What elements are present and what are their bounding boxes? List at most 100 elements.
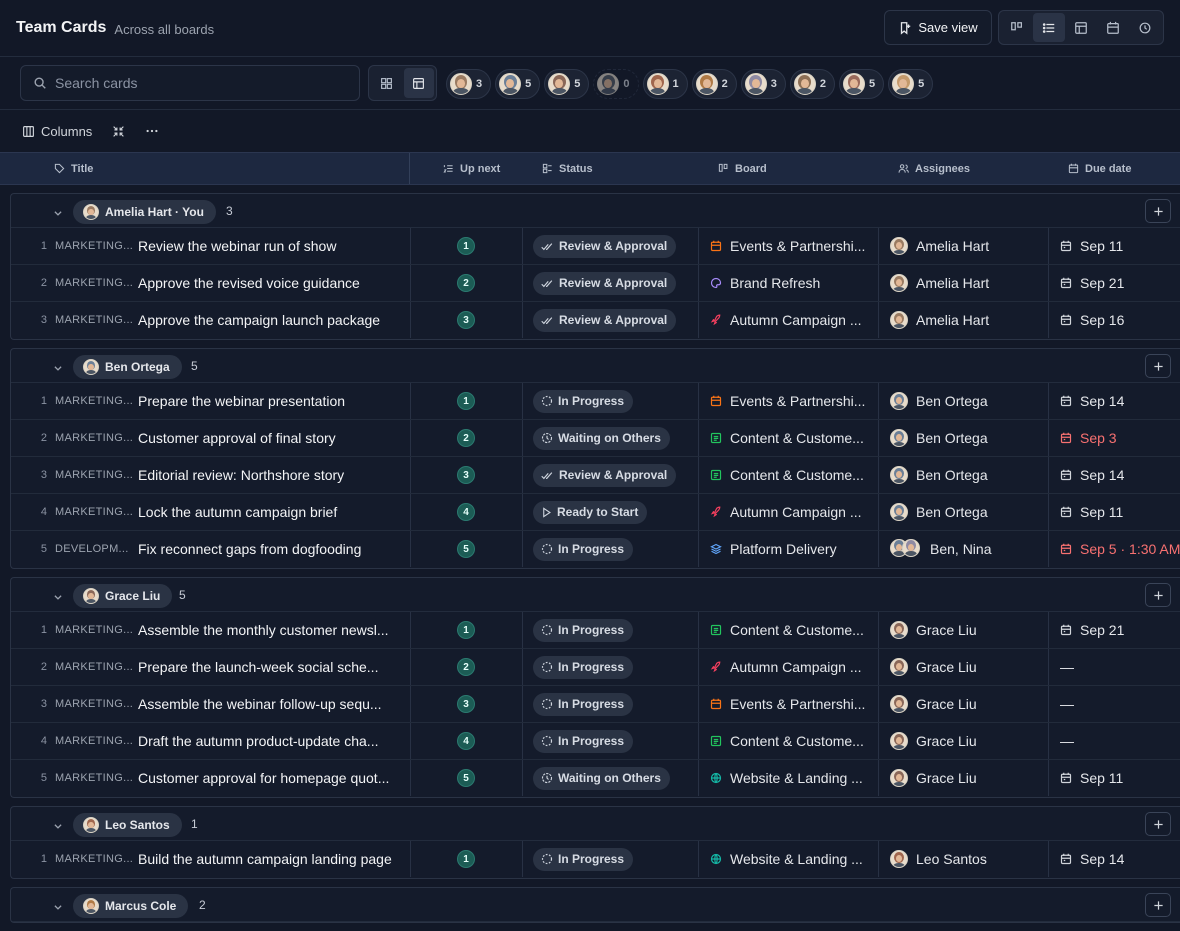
collapse-all-button[interactable] <box>112 125 125 138</box>
add-card-button[interactable] <box>1145 199 1171 223</box>
board-cell[interactable]: Website & Landing ... <box>710 760 878 796</box>
assignee-filter-chip[interactable]: 2 <box>789 69 835 99</box>
assignee-cell[interactable]: Grace Liu <box>890 723 977 759</box>
chevron-down-icon[interactable] <box>53 360 63 376</box>
card-title[interactable]: Approve the campaign launch package <box>138 302 406 338</box>
due-date-cell[interactable]: Sep 21 <box>1060 612 1124 648</box>
status-pill[interactable]: Review & Approval <box>533 463 677 487</box>
assignee-cell[interactable]: Amelia Hart <box>890 302 989 338</box>
table-row[interactable]: 3 MARKETING... Assemble the webinar foll… <box>11 686 1180 723</box>
assignee-cell[interactable]: Amelia Hart <box>890 265 989 301</box>
assignee-cell[interactable]: Ben, Nina <box>890 531 991 567</box>
due-date-cell[interactable]: Sep 11 <box>1060 760 1123 796</box>
board-cell[interactable]: Brand Refresh <box>710 265 878 301</box>
assignee-filter-chip[interactable]: 3 <box>740 69 786 99</box>
table-row[interactable]: 4 MARKETING... Lock the autumn campaign … <box>11 494 1180 531</box>
chevron-down-icon[interactable] <box>53 818 63 834</box>
status-cell[interactable]: Review & Approval <box>533 228 677 264</box>
column-title[interactable]: Title <box>54 153 93 184</box>
assignee-cell[interactable]: Leo Santos <box>890 841 987 877</box>
board-cell[interactable]: Content & Custome... <box>710 612 878 648</box>
table-row[interactable]: 1 MARKETING... Build the autumn campaign… <box>11 841 1180 878</box>
assignee-filter-chip[interactable]: 1 <box>642 69 688 99</box>
assignee-filter-chip[interactable]: 5 <box>495 69 541 99</box>
board-cell[interactable]: Events & Partnershi... <box>710 383 878 419</box>
board-cell[interactable]: Website & Landing ... <box>710 841 878 877</box>
assignee-filter-chip[interactable]: 5 <box>839 69 885 99</box>
save-view-button[interactable]: Save view <box>884 10 992 45</box>
card-title[interactable]: Customer approval for homepage quot... <box>138 760 406 796</box>
assignee-cell[interactable]: Grace Liu <box>890 686 977 722</box>
status-pill[interactable]: In Progress <box>533 847 634 871</box>
assignee-cell[interactable]: Grace Liu <box>890 760 977 796</box>
table-row[interactable]: 1 MARKETING... Prepare the webinar prese… <box>11 383 1180 420</box>
due-date-cell[interactable]: Sep 3 <box>1060 420 1117 456</box>
assignee-cell[interactable]: Ben Ortega <box>890 457 988 493</box>
more-options-button[interactable] <box>145 124 159 138</box>
column-status[interactable]: Status <box>542 153 593 184</box>
list-view-button[interactable] <box>1033 13 1065 42</box>
table-row[interactable]: 2 MARKETING... Approve the revised voice… <box>11 265 1180 302</box>
status-cell[interactable]: In Progress <box>533 612 634 648</box>
status-cell[interactable]: Waiting on Others <box>533 420 670 456</box>
group-assignee-pill[interactable]: Grace Liu <box>73 584 173 608</box>
status-cell[interactable]: Ready to Start <box>533 494 648 530</box>
due-date-cell[interactable]: — <box>1060 649 1074 685</box>
status-cell[interactable]: In Progress <box>533 841 634 877</box>
history-view-button[interactable] <box>1129 13 1161 42</box>
status-cell[interactable]: Waiting on Others <box>533 760 670 796</box>
add-card-button[interactable] <box>1145 812 1171 836</box>
add-card-button[interactable] <box>1145 893 1171 917</box>
card-title[interactable]: Build the autumn campaign landing page <box>138 841 406 877</box>
group-assignee-pill[interactable]: Leo Santos <box>73 813 182 837</box>
card-title[interactable]: Draft the autumn product-update cha... <box>138 723 406 759</box>
card-title[interactable]: Assemble the monthly customer newsl... <box>138 612 406 648</box>
card-title[interactable]: Approve the revised voice guidance <box>138 265 406 301</box>
column-due-date[interactable]: Due date <box>1068 153 1131 184</box>
card-title[interactable]: Editorial review: Northshore story <box>138 457 406 493</box>
status-cell[interactable]: In Progress <box>533 686 634 722</box>
table-row[interactable]: 3 MARKETING... Editorial review: Northsh… <box>11 457 1180 494</box>
column-assignees[interactable]: Assignees <box>898 153 970 184</box>
board-cell[interactable]: Content & Custome... <box>710 420 878 456</box>
assignee-cell[interactable]: Amelia Hart <box>890 228 989 264</box>
status-pill[interactable]: Ready to Start <box>533 500 648 524</box>
card-title[interactable]: Prepare the webinar presentation <box>138 383 406 419</box>
columns-button[interactable]: Columns <box>22 124 92 139</box>
assignee-filter-chip[interactable]: 5 <box>544 69 590 99</box>
group-assignee-pill[interactable]: Amelia Hart · You <box>73 200 216 224</box>
table-layout-button[interactable] <box>403 68 434 98</box>
column-up-next[interactable]: Up next <box>443 153 500 184</box>
assignee-filter-chip[interactable]: 2 <box>691 69 737 99</box>
due-date-cell[interactable]: Sep 14 <box>1060 383 1124 419</box>
chevron-down-icon[interactable] <box>53 899 63 915</box>
status-cell[interactable]: Review & Approval <box>533 302 677 338</box>
assignee-cell[interactable]: Ben Ortega <box>890 420 988 456</box>
assignee-filter-chip[interactable]: 3 <box>446 69 492 99</box>
card-title[interactable]: Review the webinar run of show <box>138 228 406 264</box>
chevron-down-icon[interactable] <box>53 589 63 605</box>
status-pill[interactable]: Review & Approval <box>533 271 677 295</box>
table-row[interactable]: 2 MARKETING... Prepare the launch-week s… <box>11 649 1180 686</box>
group-assignee-pill[interactable]: Marcus Cole <box>73 894 189 918</box>
due-date-cell[interactable]: Sep 11 <box>1060 494 1123 530</box>
column-board[interactable]: Board <box>718 153 767 184</box>
due-date-cell[interactable]: Sep 5 · 1:30 AM <box>1060 531 1180 567</box>
assignee-cell[interactable]: Grace Liu <box>890 649 977 685</box>
assignee-cell[interactable]: Grace Liu <box>890 612 977 648</box>
status-pill[interactable]: Review & Approval <box>533 234 677 258</box>
table-row[interactable]: 4 MARKETING... Draft the autumn product-… <box>11 723 1180 760</box>
status-pill[interactable]: In Progress <box>533 655 634 679</box>
due-date-cell[interactable]: Sep 14 <box>1060 457 1124 493</box>
assignee-cell[interactable]: Ben Ortega <box>890 494 988 530</box>
add-card-button[interactable] <box>1145 583 1171 607</box>
due-date-cell[interactable]: — <box>1060 723 1074 759</box>
due-date-cell[interactable]: Sep 11 <box>1060 228 1123 264</box>
status-cell[interactable]: In Progress <box>533 383 634 419</box>
table-row[interactable]: 3 MARKETING... Approve the campaign laun… <box>11 302 1180 339</box>
card-title[interactable]: Assemble the webinar follow-up sequ... <box>138 686 406 722</box>
status-pill[interactable]: Review & Approval <box>533 308 677 332</box>
group-assignee-pill[interactable]: Ben Ortega <box>73 355 182 379</box>
table-row[interactable]: 2 MARKETING... Customer approval of fina… <box>11 420 1180 457</box>
status-pill[interactable]: Waiting on Others <box>533 426 670 450</box>
